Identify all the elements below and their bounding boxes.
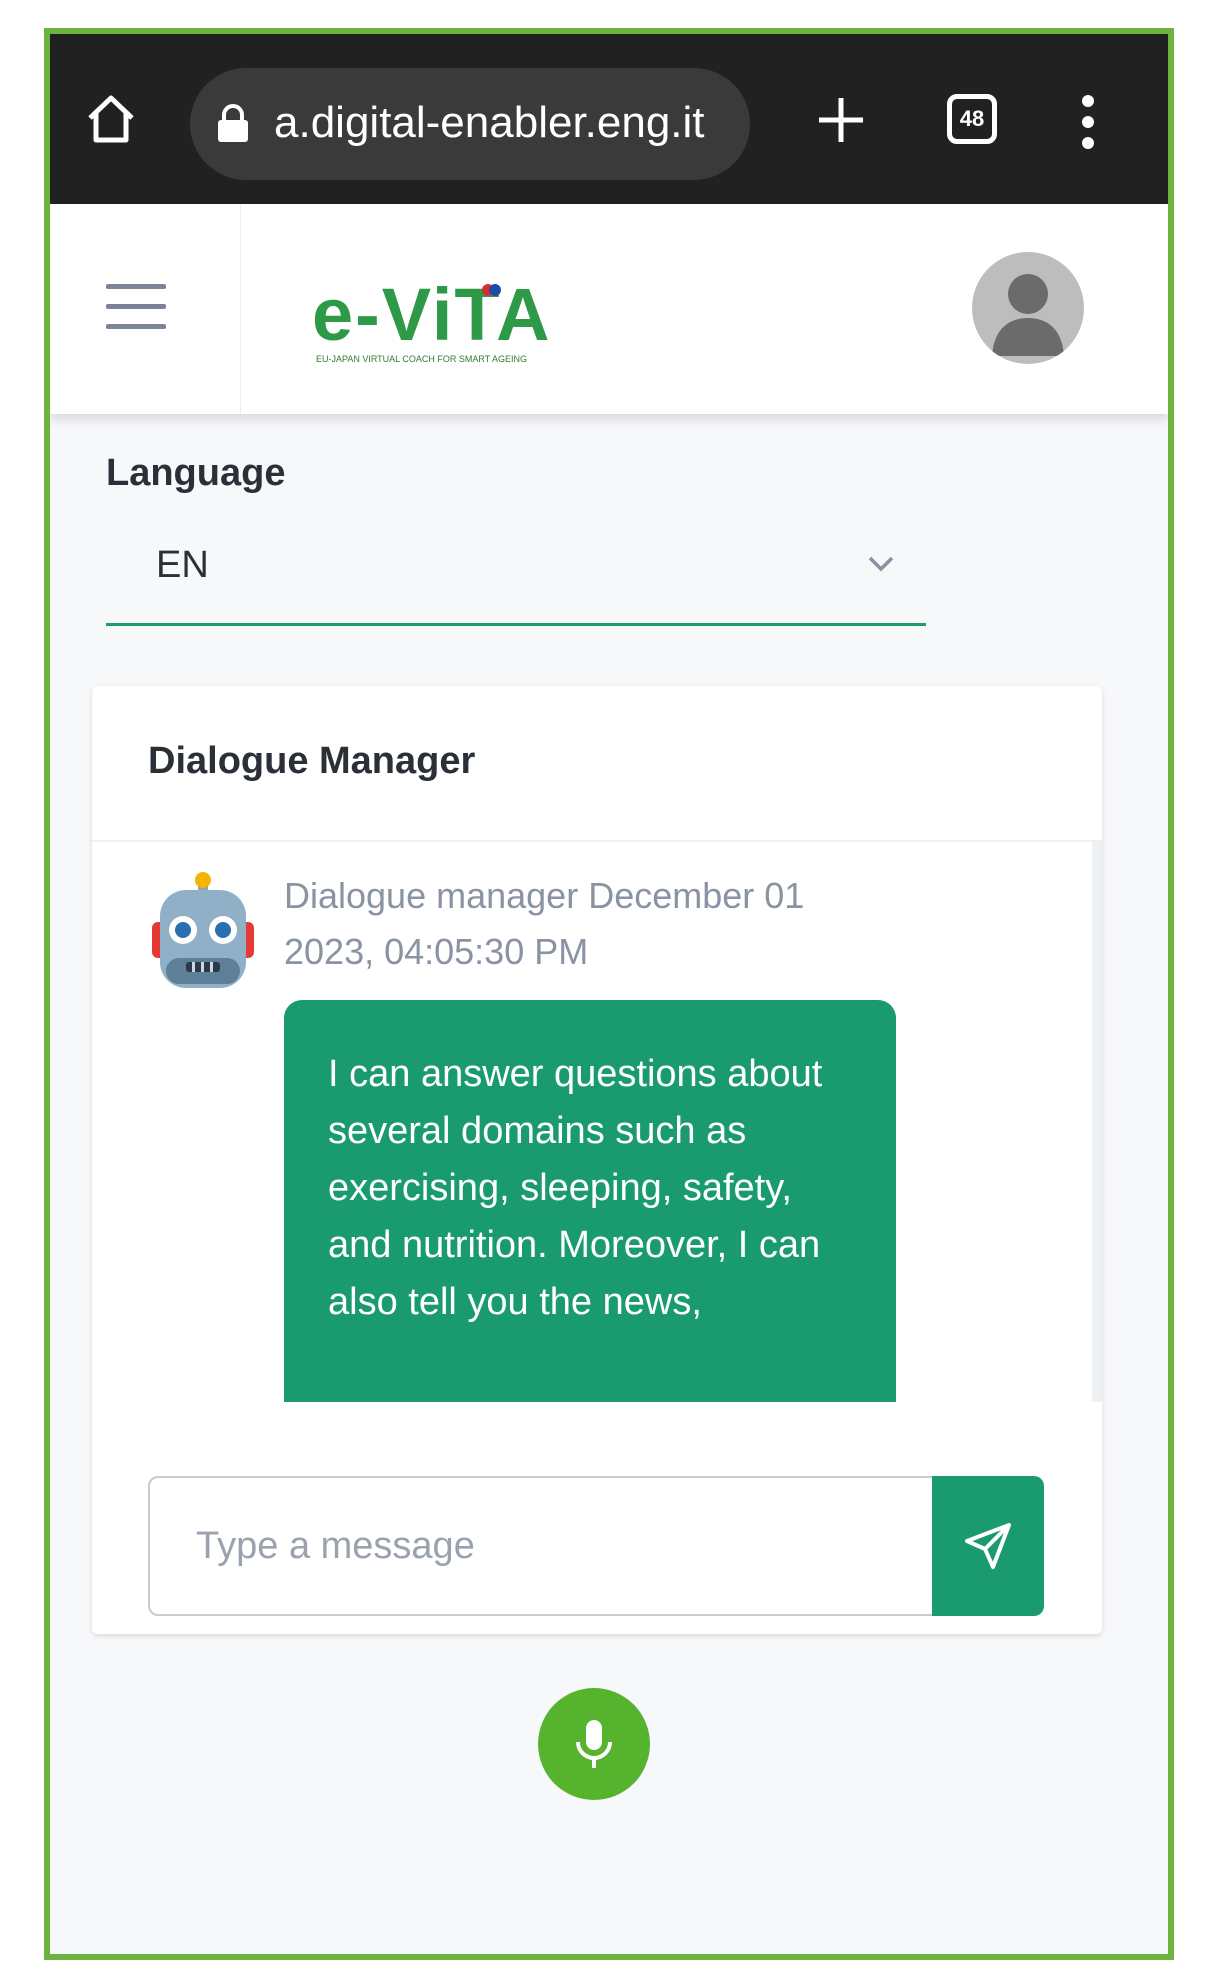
more-vert-icon[interactable]	[1080, 94, 1096, 150]
lock-icon	[218, 104, 248, 142]
language-label: Language	[106, 452, 286, 494]
send-button[interactable]	[932, 1476, 1044, 1616]
svg-text:EU-JAPAN VIRTUAL COACH FOR SMA: EU-JAPAN VIRTUAL COACH FOR SMART AGEING	[316, 354, 527, 364]
message-input-row	[148, 1476, 1044, 1616]
dialogue-card: Dialogue Manager Dialogue manager Decemb…	[92, 686, 1102, 1634]
home-icon[interactable]	[84, 92, 138, 146]
message-meta: Dialogue manager December 01 2023, 04:05…	[284, 875, 805, 972]
chevron-down-icon	[868, 556, 894, 572]
tab-switcher-button[interactable]: 48	[947, 94, 997, 144]
tab-count: 48	[959, 106, 985, 131]
language-value: EN	[156, 544, 209, 586]
phone-frame: a.digital-enabler.eng.it 48 e-ViTA EU-JA…	[44, 28, 1174, 1960]
language-select[interactable]: EN	[106, 534, 926, 626]
send-icon	[965, 1523, 1011, 1569]
microphone-icon	[576, 1720, 612, 1768]
browser-toolbar: a.digital-enabler.eng.it 48	[50, 34, 1168, 204]
microphone-button[interactable]	[538, 1688, 650, 1800]
header-divider	[240, 204, 241, 414]
evita-logo: e-ViTA EU-JAPAN VIRTUAL COACH FOR SMART …	[312, 278, 552, 364]
chat-messages[interactable]: Dialogue manager December 01 2023, 04:05…	[92, 842, 1092, 1402]
app-header: e-ViTA EU-JAPAN VIRTUAL COACH FOR SMART …	[50, 204, 1168, 414]
new-tab-icon[interactable]	[815, 94, 867, 146]
svg-text:e-ViTA: e-ViTA	[312, 278, 552, 356]
message-input[interactable]	[148, 1476, 934, 1616]
menu-icon[interactable]	[106, 284, 166, 329]
user-avatar[interactable]	[972, 252, 1084, 364]
card-title: Dialogue Manager	[148, 740, 476, 782]
url-text[interactable]: a.digital-enabler.eng.it	[274, 98, 705, 148]
bot-message-bubble: I can answer questions about several dom…	[284, 1000, 896, 1402]
robot-icon	[152, 872, 254, 988]
chat-scrollbar[interactable]	[1092, 842, 1102, 1402]
